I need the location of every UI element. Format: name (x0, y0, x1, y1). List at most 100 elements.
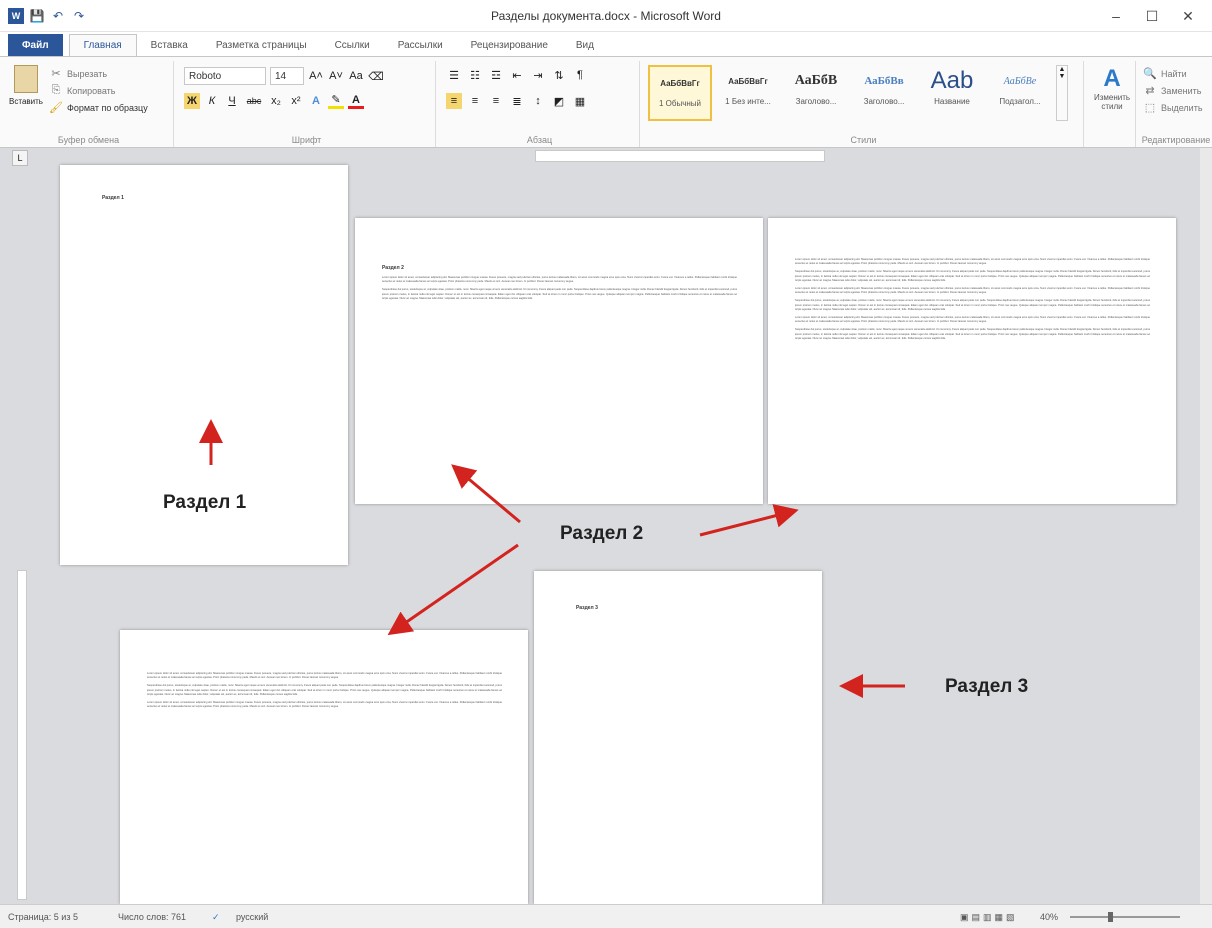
ribbon-tabs: Файл Главная Вставка Разметка страницы С… (0, 32, 1212, 56)
brush-icon: 🖌 (49, 102, 63, 114)
vertical-scrollbar[interactable] (1200, 148, 1212, 904)
zoom-level[interactable]: 40% (1040, 912, 1058, 922)
paragraph-group-label: Абзац (526, 135, 553, 145)
page-text: Lorem ipsum dolor sit amet, consectetuer… (147, 672, 502, 709)
shading-icon[interactable]: ◩ (551, 93, 567, 109)
tab-insert[interactable]: Вставка (137, 34, 202, 56)
tab-review[interactable]: Рецензирование (457, 34, 562, 56)
maximize-button[interactable]: ☐ (1134, 4, 1170, 28)
page-3[interactable]: Lorem ipsum dolor sit amet, consectetuer… (768, 218, 1176, 504)
minimize-button[interactable]: – (1098, 4, 1134, 28)
subscript-button[interactable]: x₂ (268, 93, 284, 109)
copy-icon: ⎘ (51, 84, 61, 96)
replace-icon: ⇄ (1145, 85, 1155, 97)
bold-button[interactable]: Ж (184, 93, 200, 109)
text-effects-icon[interactable]: A (308, 93, 324, 109)
editing-group-label: Редактирование (1141, 135, 1211, 145)
style-tile-subtitle[interactable]: АаБбВе Подзагол... (988, 65, 1052, 121)
section-marker: Раздел 2 (382, 265, 404, 271)
multilevel-list-icon[interactable]: ☲ (488, 67, 504, 83)
font-group-label: Шрифт (291, 135, 322, 145)
scissors-icon: ✂ (51, 68, 61, 80)
section-marker: Раздел 1 (102, 195, 124, 201)
change-styles-icon: A (1103, 65, 1121, 92)
replace-button[interactable]: ⇄ Заменить (1142, 82, 1203, 99)
highlight-color-icon[interactable]: ✎ (328, 93, 344, 109)
page-4[interactable]: Lorem ipsum dolor sit amet, consectetuer… (120, 630, 528, 904)
align-left-icon[interactable]: ≡ (446, 93, 462, 109)
bullets-icon[interactable]: ☰ (446, 67, 462, 83)
clear-formatting-icon[interactable]: ⌫ (368, 68, 384, 84)
page-text: Lorem ipsum dolor sit amet, consectetuer… (382, 276, 737, 300)
styles-group-label: Стили (850, 135, 877, 145)
sort-icon[interactable]: ⇅ (551, 67, 567, 83)
word-count[interactable]: Число слов: 761 (118, 912, 186, 922)
style-tile-heading1[interactable]: АаБбВ Заголово... (784, 65, 848, 121)
align-center-icon[interactable]: ≡ (467, 93, 483, 109)
increase-indent-icon[interactable]: ⇥ (530, 67, 546, 83)
font-group: Roboto 14 A˄ A˅ Aa ⌫ Ж К Ч abc x₂ x² A ✎… (178, 61, 436, 147)
tab-page-layout[interactable]: Разметка страницы (202, 34, 321, 56)
underline-button[interactable]: Ч (224, 93, 240, 109)
section-marker: Раздел 3 (576, 605, 598, 611)
zoom-slider-thumb[interactable] (1108, 912, 1113, 922)
style-tile-title[interactable]: Aab Название (920, 65, 984, 121)
tab-home[interactable]: Главная (68, 34, 137, 56)
select-button[interactable]: ⬚ Выделить (1142, 99, 1203, 116)
show-marks-icon[interactable]: ¶ (572, 67, 588, 83)
ribbon: Вставить ✂ Вырезать ⎘ Копировать 🖌 Формат п… (0, 56, 1212, 148)
page-2[interactable]: Раздел 2 Lorem ipsum dolor sit amet, con… (355, 218, 763, 504)
tab-view[interactable]: Вид (562, 34, 608, 56)
font-color-icon[interactable]: A (348, 93, 364, 109)
clipboard-group: Вставить ✂ Вырезать ⎘ Копировать 🖌 Формат п… (4, 61, 174, 147)
zoom-slider[interactable] (1070, 916, 1180, 918)
superscript-button[interactable]: x² (288, 93, 304, 109)
select-icon: ⬚ (1144, 102, 1156, 114)
tab-selector[interactable]: L (12, 150, 28, 166)
italic-button[interactable]: К (204, 93, 220, 109)
style-tile-no-spacing[interactable]: АаБбВвГг 1 Без инте... (716, 65, 780, 121)
vertical-ruler[interactable] (17, 570, 27, 900)
styles-scroll[interactable]: ▲ ▼ (1056, 65, 1068, 121)
page-indicator[interactable]: Страница: 5 из 5 (8, 912, 78, 922)
decrease-indent-icon[interactable]: ⇤ (509, 67, 525, 83)
grow-font-icon[interactable]: A˄ (308, 68, 324, 84)
editing-group: 🔍 Найти ⇄ Заменить ⬚ Выделить Редактировани… (1140, 61, 1212, 147)
find-button[interactable]: 🔍 Найти (1142, 65, 1203, 82)
clipboard-group-label: Буфер обмена (57, 135, 120, 145)
change-styles-button[interactable]: A Изменить стили (1092, 65, 1132, 111)
copy-button[interactable]: ⎘ Копировать (48, 82, 148, 99)
align-right-icon[interactable]: ≡ (488, 93, 504, 109)
strikethrough-button[interactable]: abc (244, 93, 264, 109)
proofing-icon[interactable]: ✓ (212, 912, 220, 923)
line-spacing-icon[interactable]: ↕ (530, 93, 546, 109)
title-bar: W 💾 ↶ ↷ Разделы документа.docx - Microso… (0, 0, 1212, 32)
change-case-icon[interactable]: Aa (348, 68, 364, 84)
horizontal-ruler[interactable] (535, 150, 825, 162)
close-button[interactable]: ✕ (1170, 4, 1206, 28)
view-buttons[interactable]: ▣▤▥▦▧ (960, 912, 1018, 923)
cut-button[interactable]: ✂ Вырезать (48, 65, 148, 82)
tab-references[interactable]: Ссылки (321, 34, 384, 56)
shrink-font-icon[interactable]: A˅ (328, 68, 344, 84)
style-tile-normal[interactable]: АаБбВвГг 1 Обычный (648, 65, 712, 121)
language-indicator[interactable]: русский (236, 912, 268, 922)
font-name-select[interactable]: Roboto (184, 67, 266, 85)
paste-button[interactable]: Вставить (8, 65, 44, 121)
window-title: Разделы документа.docx - Microsoft Word (491, 9, 721, 23)
font-size-select[interactable]: 14 (270, 67, 304, 85)
style-tile-heading2[interactable]: АаБбВв Заголово... (852, 65, 916, 121)
tab-mailings[interactable]: Рассылки (384, 34, 457, 56)
page-5[interactable]: Раздел 3 (534, 571, 822, 904)
format-painter-button[interactable]: 🖌 Формат по образцу (48, 99, 148, 116)
window-controls: – ☐ ✕ (1098, 4, 1206, 28)
justify-icon[interactable]: ≣ (509, 93, 525, 109)
tab-file[interactable]: Файл (8, 34, 63, 56)
section2-label: Раздел 2 (560, 523, 644, 544)
binoculars-icon: 🔍 (1143, 68, 1157, 80)
paste-icon (14, 65, 38, 93)
section1-label: Раздел 1 (163, 492, 247, 513)
change-styles-group: A Изменить стили (1088, 61, 1136, 147)
borders-icon[interactable]: ▦ (572, 93, 588, 109)
numbering-icon[interactable]: ☷ (467, 67, 483, 83)
